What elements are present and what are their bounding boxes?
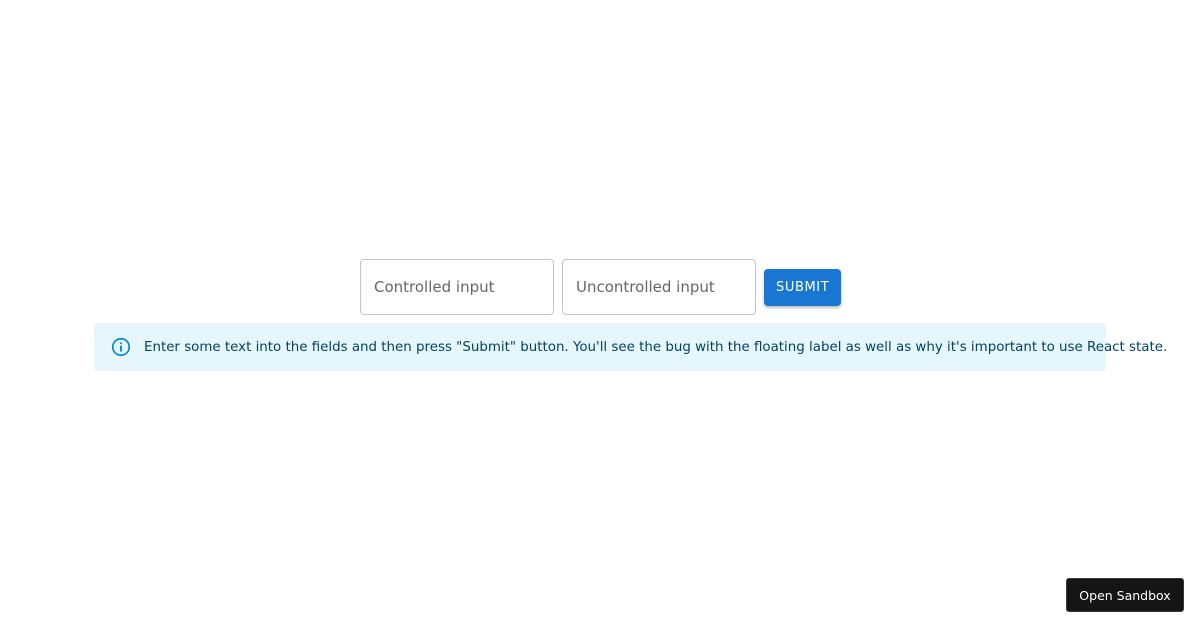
controlled-input-field [360,259,554,315]
info-icon [110,336,132,358]
controlled-input[interactable] [361,260,553,314]
submit-button[interactable]: Submit [764,268,842,306]
uncontrolled-input-field [562,259,756,315]
alert-message: Enter some text into the fields and then… [144,339,1168,355]
page: Submit Enter some text into the fields a… [0,0,1200,630]
open-sandbox-button[interactable]: Open Sandbox [1066,578,1184,612]
uncontrolled-input[interactable] [563,260,755,314]
info-alert: Enter some text into the fields and then… [94,323,1167,371]
form-row: Submit [360,259,842,315]
